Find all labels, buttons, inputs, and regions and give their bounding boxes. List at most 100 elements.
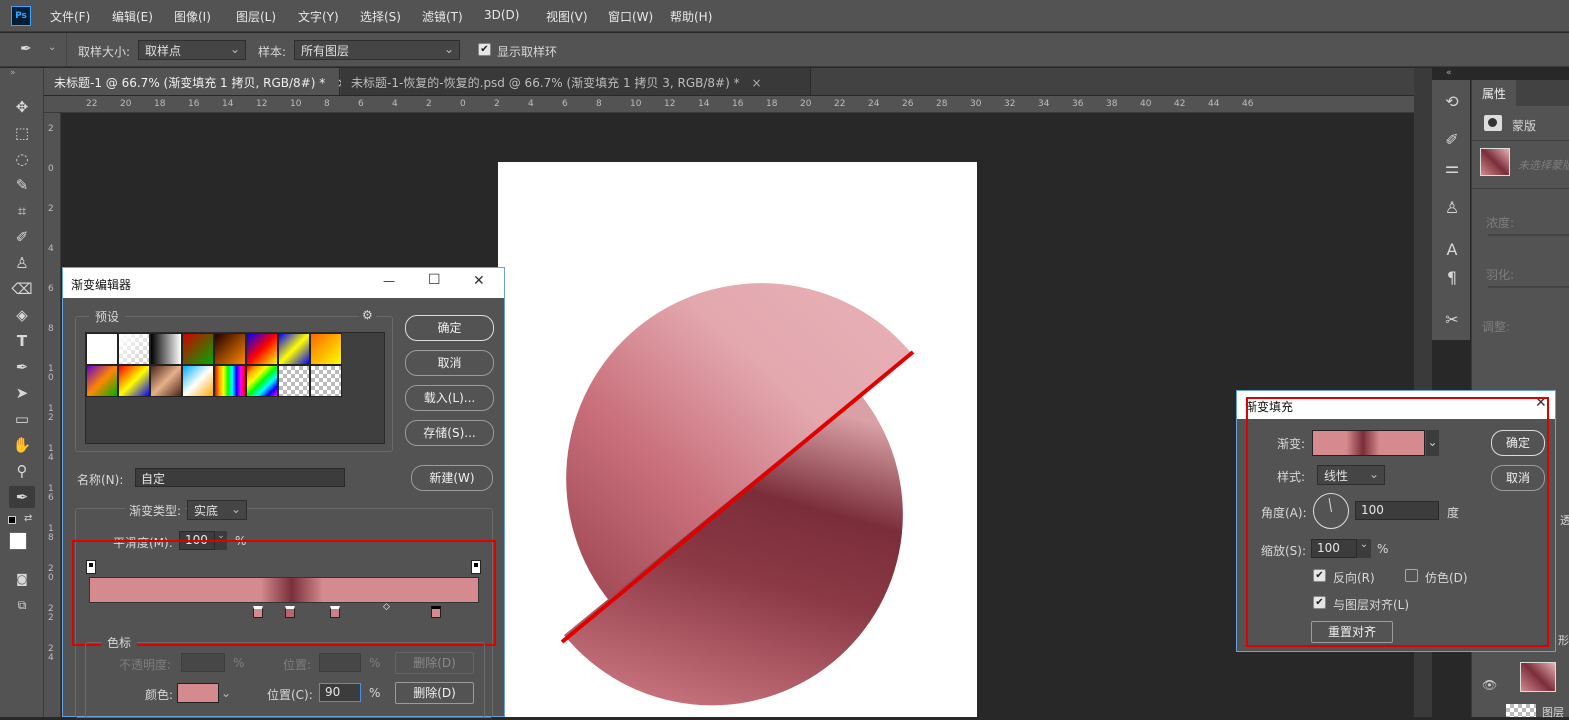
preset-swatch[interactable]: [214, 333, 246, 365]
adjustments-icon[interactable]: ⚌: [1440, 158, 1464, 182]
no-mask-label: 未选择蒙版: [1518, 159, 1569, 172]
menu-item[interactable]: 编辑(E): [112, 8, 153, 25]
quick-mask-icon[interactable]: ◙: [9, 568, 35, 590]
maximize-icon[interactable]: ☐: [428, 272, 441, 288]
menu-item[interactable]: 图像(I): [174, 8, 211, 25]
menu-item[interactable]: 文件(F): [50, 8, 90, 25]
delete-opacity-stop-button: 删除(D): [395, 652, 474, 674]
history-icon[interactable]: ⟲: [1440, 92, 1464, 116]
menu-item[interactable]: 文字(Y): [298, 8, 339, 25]
stop-color-swatch[interactable]: [177, 683, 219, 703]
foreground-color-swatch[interactable]: [9, 532, 27, 550]
preset-swatch[interactable]: [246, 333, 278, 365]
preset-swatch[interactable]: [182, 333, 214, 365]
location2-input[interactable]: 90: [319, 683, 361, 702]
gradient-type-select[interactable]: 实底 ⌄: [187, 500, 247, 520]
preset-swatch[interactable]: [278, 333, 310, 365]
chevron-down-icon[interactable]: ⌄: [221, 686, 231, 700]
tab-document-2[interactable]: 未标题-1-恢复的-恢复的.psd @ 66.7% (渐变填充 1 拷贝 3, …: [341, 68, 811, 95]
preset-swatch[interactable]: [246, 365, 278, 397]
clone-source-icon[interactable]: ♙: [1440, 198, 1464, 222]
ruler-tick-label: 42: [1174, 99, 1186, 109]
ruler-tick-label: 4: [48, 244, 54, 254]
collapse-icon[interactable]: «: [1446, 68, 1452, 78]
close-icon[interactable]: ×: [751, 76, 761, 90]
ruler-tick-label: 10: [290, 99, 302, 109]
preset-swatch[interactable]: [310, 365, 342, 397]
name-input[interactable]: 自定: [135, 468, 345, 487]
hand-tool-icon[interactable]: ✋: [9, 434, 35, 456]
preset-swatch[interactable]: [214, 365, 246, 397]
density-slider[interactable]: [1488, 234, 1569, 236]
preset-swatch[interactable]: [182, 365, 214, 397]
tools-preset-icon[interactable]: ✂: [1440, 310, 1464, 334]
type-tool-icon[interactable]: T: [9, 330, 35, 352]
path-select-tool-icon[interactable]: ➤: [9, 382, 35, 404]
menu-item[interactable]: 窗口(W): [608, 8, 653, 25]
menu-item[interactable]: 帮助(H): [670, 8, 712, 25]
menu-item[interactable]: 3D(D): [484, 8, 519, 22]
lasso-tool-icon[interactable]: ◌: [9, 148, 35, 170]
tab-properties[interactable]: 属性: [1472, 80, 1516, 106]
tab-document-1[interactable]: 未标题-1 @ 66.7% (渐变填充 1 拷贝, RGB/8#) * ×: [44, 68, 347, 95]
swap-colors-icon[interactable]: ⇄: [24, 513, 32, 524]
presets-label: 预设: [89, 308, 126, 325]
zoom-tool-icon[interactable]: ⚲: [9, 460, 35, 482]
quick-select-tool-icon[interactable]: ✎: [9, 174, 35, 196]
show-ring-label: 显示取样环: [497, 45, 558, 59]
preset-swatch[interactable]: [150, 333, 182, 365]
marquee-tool-icon[interactable]: ⬚: [9, 122, 35, 144]
cancel-button[interactable]: 取消: [405, 350, 494, 376]
location2-unit: %: [369, 686, 381, 700]
load-button[interactable]: 载入(L)...: [405, 385, 494, 411]
ok-button[interactable]: 确定: [405, 315, 494, 341]
menu-item[interactable]: 选择(S): [360, 8, 401, 25]
menu-item[interactable]: 图层(L): [236, 8, 276, 25]
document-canvas[interactable]: [498, 162, 977, 717]
sample-size-select[interactable]: 取样点 ⌄: [138, 40, 246, 60]
rectangle-tool-icon[interactable]: ▭: [9, 408, 35, 430]
menu-item[interactable]: 视图(V): [546, 8, 588, 25]
new-button[interactable]: 新建(W): [411, 465, 493, 491]
stamp-tool-icon[interactable]: ♙: [9, 252, 35, 274]
show-ring-checkbox[interactable]: ✔: [478, 43, 491, 56]
delete-color-stop-button[interactable]: 删除(D): [395, 682, 474, 704]
screen-mode-icon[interactable]: ⧉: [9, 594, 35, 616]
feather-slider[interactable]: [1488, 286, 1569, 288]
brush-settings-icon[interactable]: ✐: [1440, 130, 1464, 154]
save-button[interactable]: 存储(S)...: [405, 420, 494, 446]
chevron-down-icon: ⌄: [230, 502, 241, 516]
eyedropper-tool-icon[interactable]: ✒: [9, 486, 35, 508]
ruler-tick-label: 4: [528, 99, 534, 109]
ruler-tick-label: 1 6: [48, 484, 54, 503]
pen-tool-icon[interactable]: ✒: [9, 356, 35, 378]
preset-swatch[interactable]: [118, 365, 150, 397]
chevron-down-icon[interactable]: ⌄: [48, 42, 56, 53]
collapse-icon[interactable]: »: [10, 68, 16, 78]
preset-swatch[interactable]: [86, 333, 118, 365]
sample-select[interactable]: 所有图层 ⌄: [294, 40, 460, 60]
preset-swatch[interactable]: [118, 333, 150, 365]
gear-icon[interactable]: ⚙: [359, 308, 376, 322]
paragraph-icon[interactable]: ¶: [1440, 268, 1464, 292]
minimize-icon[interactable]: —: [383, 274, 395, 288]
character-icon[interactable]: A: [1440, 240, 1464, 264]
default-colors-icon[interactable]: [8, 516, 16, 524]
move-tool-icon[interactable]: ✥: [9, 96, 35, 118]
mask-thumbnail[interactable]: [1480, 148, 1510, 176]
close-icon[interactable]: ✕: [473, 273, 485, 289]
preset-swatch[interactable]: [86, 365, 118, 397]
eraser-tool-icon[interactable]: ⌫: [9, 278, 35, 300]
ruler-tick-label: 16: [188, 99, 200, 109]
preset-swatch[interactable]: [150, 365, 182, 397]
brush-tool-icon[interactable]: ✐: [9, 226, 35, 248]
crop-tool-icon[interactable]: ⌗: [9, 200, 35, 222]
eyedropper-icon[interactable]: ✒: [20, 41, 32, 57]
preset-swatch[interactable]: [310, 333, 342, 365]
layer-thumbnail[interactable]: [1506, 704, 1536, 717]
layer-thumbnail[interactable]: [1520, 662, 1556, 692]
menu-item[interactable]: 滤镜(T): [422, 8, 463, 25]
eye-icon[interactable]: 👁: [1482, 678, 1497, 692]
paint-bucket-tool-icon[interactable]: ◈: [9, 304, 35, 326]
preset-swatch[interactable]: [278, 365, 310, 397]
